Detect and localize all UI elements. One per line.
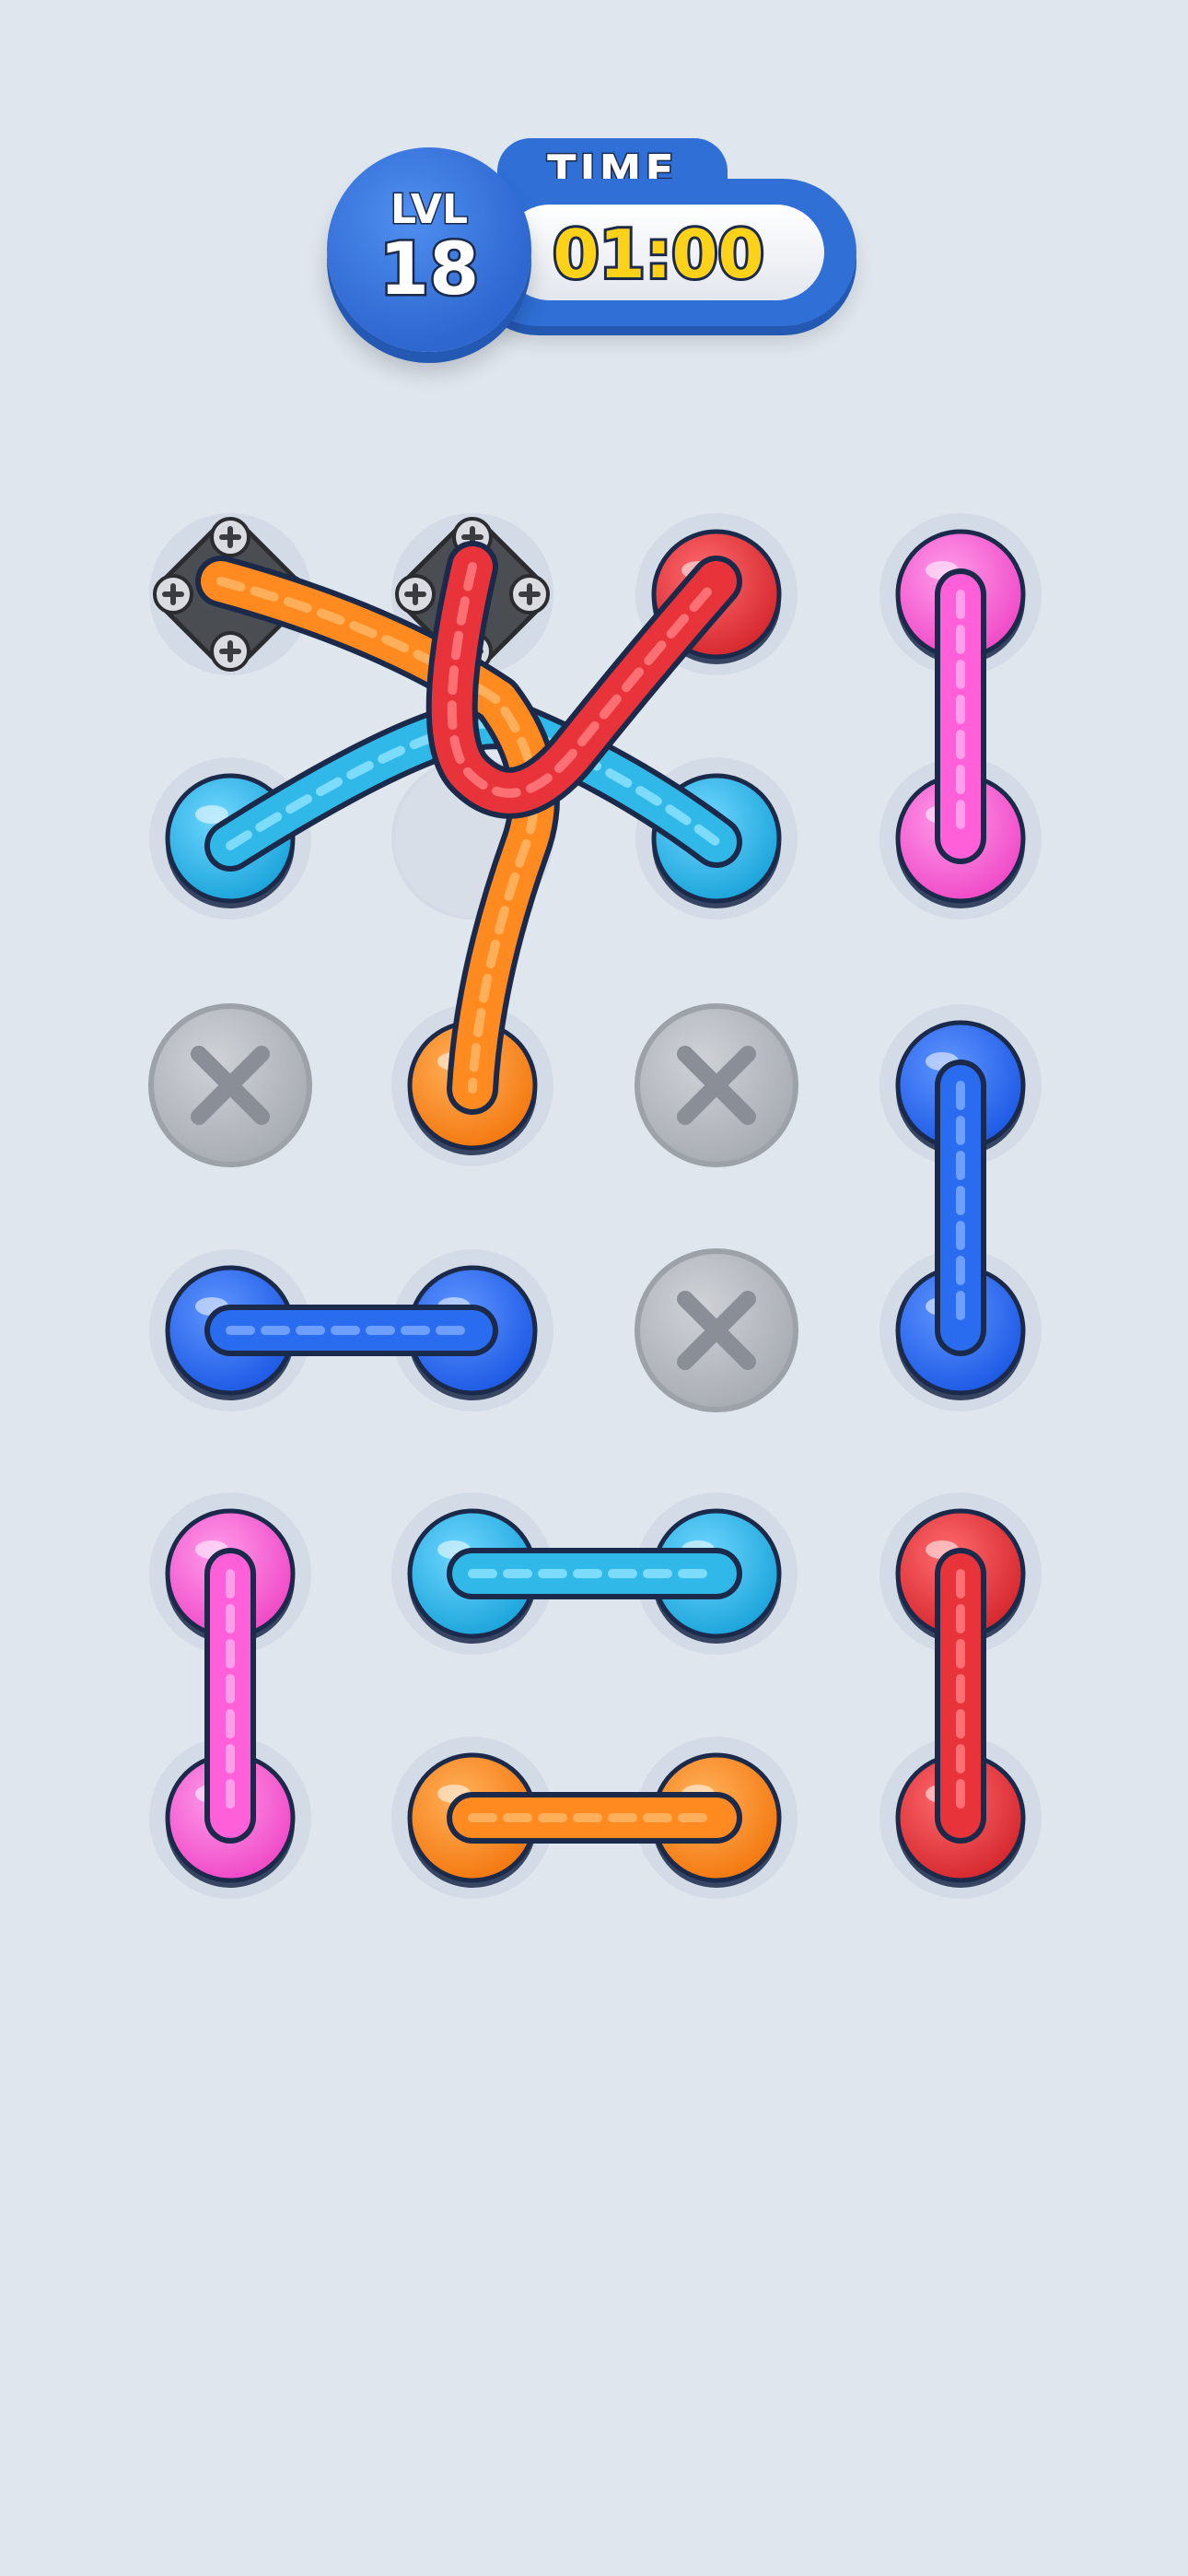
screw-icon <box>509 574 550 615</box>
screw-icon <box>210 517 250 557</box>
screw-icon <box>153 574 193 615</box>
puzzle-board <box>148 513 1042 1899</box>
peg-r2c2 <box>635 1003 798 1167</box>
screw-icon <box>210 631 250 672</box>
ropes <box>195 541 986 1844</box>
peg-r2c0 <box>148 1003 312 1167</box>
peg-r3c2 <box>635 1248 798 1412</box>
screw-icon <box>395 574 436 615</box>
game-screen: TIME 01:00 LVL 18 <box>0 0 1188 2576</box>
